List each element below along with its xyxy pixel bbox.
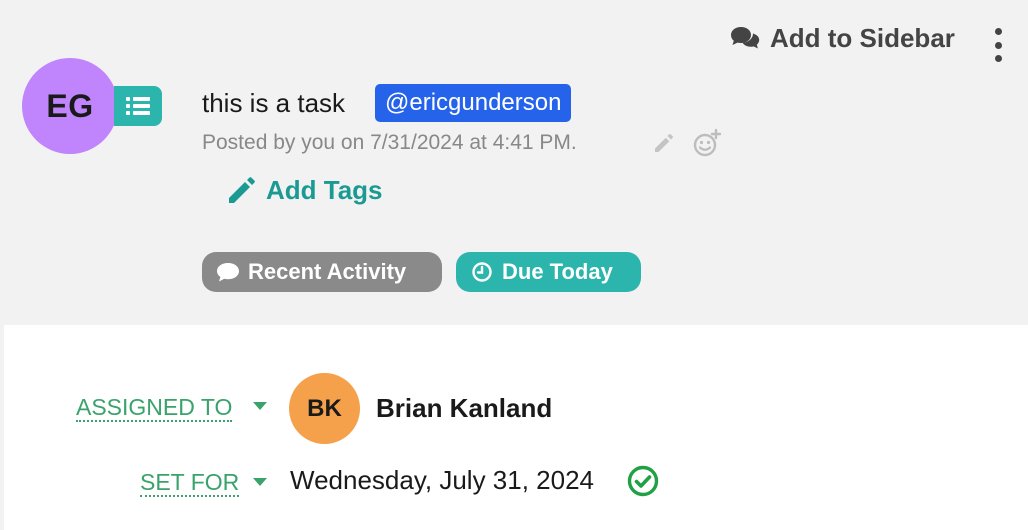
user-mention-tag[interactable]: @ericgunderson bbox=[375, 84, 572, 122]
kebab-dot bbox=[994, 28, 1002, 35]
recent-activity-label: Recent Activity bbox=[248, 259, 407, 284]
task-list-icon bbox=[126, 97, 150, 115]
author-initials: EG bbox=[46, 87, 94, 124]
recent-activity-chip[interactable]: Recent Activity bbox=[202, 252, 442, 292]
assigned-to-dropdown[interactable]: ASSIGNED TO bbox=[76, 394, 233, 422]
due-today-chip[interactable]: Due Today bbox=[456, 252, 641, 292]
task-details-panel bbox=[4, 325, 1028, 530]
task-type-badge bbox=[114, 86, 162, 126]
due-today-label: Due Today bbox=[502, 259, 613, 284]
posted-meta: Posted by you on 7/31/2024 at 4:41 PM. bbox=[202, 131, 577, 154]
chevron-down-icon[interactable] bbox=[253, 402, 267, 410]
chat-bubbles-icon bbox=[731, 27, 760, 49]
set-for-dropdown[interactable]: SET FOR bbox=[140, 469, 240, 497]
edit-pencil-icon[interactable] bbox=[652, 131, 676, 155]
add-tags-label: Add Tags bbox=[266, 174, 383, 205]
add-to-sidebar-button[interactable]: Add to Sidebar bbox=[730, 20, 955, 56]
pencil-icon bbox=[229, 177, 255, 203]
add-tags-button[interactable]: Add Tags bbox=[226, 172, 383, 208]
kebab-dot bbox=[994, 41, 1002, 49]
author-avatar[interactable]: EG bbox=[22, 58, 118, 154]
assignee-name: Brian Kanland bbox=[376, 393, 553, 423]
add-reaction-icon[interactable] bbox=[692, 128, 722, 158]
speech-bubble-icon bbox=[217, 263, 239, 282]
check-circle-icon[interactable] bbox=[626, 464, 660, 498]
set-for-date: Wednesday, July 31, 2024 bbox=[290, 465, 595, 495]
kebab-dot bbox=[994, 55, 1002, 62]
assignee-initials: BK bbox=[307, 394, 342, 422]
clock-icon bbox=[472, 262, 492, 282]
more-options-kebab-icon[interactable] bbox=[986, 28, 1010, 62]
chevron-down-icon[interactable] bbox=[253, 478, 267, 486]
add-to-sidebar-label: Add to Sidebar bbox=[770, 22, 955, 53]
assignee-avatar[interactable]: BK bbox=[289, 373, 360, 444]
task-title: this is a task bbox=[202, 88, 346, 118]
